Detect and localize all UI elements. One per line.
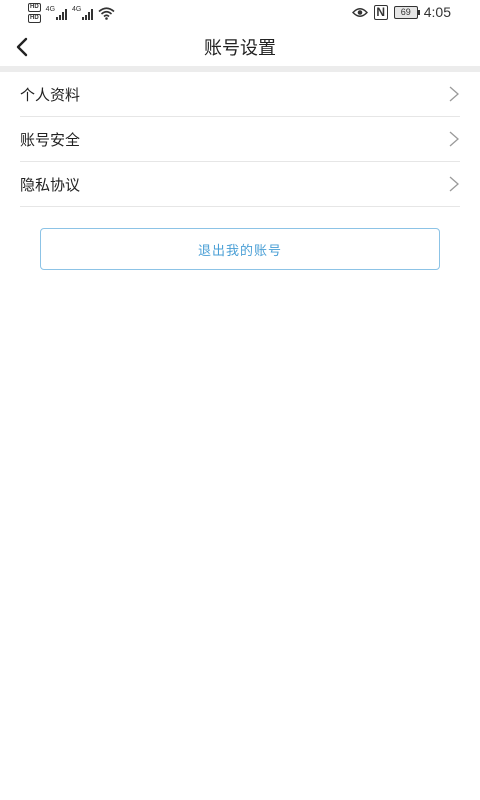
signal-bars-icon (82, 9, 94, 20)
hd-indicator-1: HD (28, 3, 41, 12)
chevron-right-icon (449, 131, 459, 147)
logout-button[interactable]: 退出我的账号 (40, 228, 440, 270)
chevron-right-icon (449, 86, 459, 102)
menu-item-label: 隐私协议 (20, 175, 81, 194)
page-title: 账号设置 (204, 38, 276, 59)
hd-badge: HD (28, 14, 41, 23)
status-bar: HD HD 4G 4G N 69 4:05 (0, 0, 480, 26)
menu-item-privacy-policy[interactable]: 隐私协议 (20, 162, 460, 207)
signal-1: 4G (45, 6, 68, 20)
menu-item-profile[interactable]: 个人资料 (20, 72, 460, 117)
eye-icon (351, 7, 368, 17)
hd-indicator-2: HD (28, 14, 41, 23)
hd-indicators: HD HD (28, 3, 41, 23)
battery-icon: 69 (393, 5, 420, 19)
menu-item-label: 账号安全 (20, 130, 81, 149)
status-left: HD HD 4G 4G (28, 3, 115, 23)
clock: 4:05 (423, 4, 451, 20)
settings-menu: 个人资料 账号安全 隐私协议 (20, 72, 460, 207)
chevron-right-icon (449, 176, 459, 192)
hd-badge: HD (28, 3, 41, 12)
wifi-icon (98, 6, 115, 20)
signal-2: 4G (72, 6, 94, 20)
menu-item-account-security[interactable]: 账号安全 (20, 117, 460, 162)
network-type: 4G (72, 6, 82, 13)
signal-bars-icon (56, 9, 68, 20)
nfc-icon: N (373, 4, 388, 20)
nav-bar: 账号设置 (0, 26, 480, 66)
menu-item-label: 个人资料 (20, 85, 81, 104)
status-right: N 69 4:05 (351, 4, 451, 20)
network-type: 4G (45, 6, 56, 13)
